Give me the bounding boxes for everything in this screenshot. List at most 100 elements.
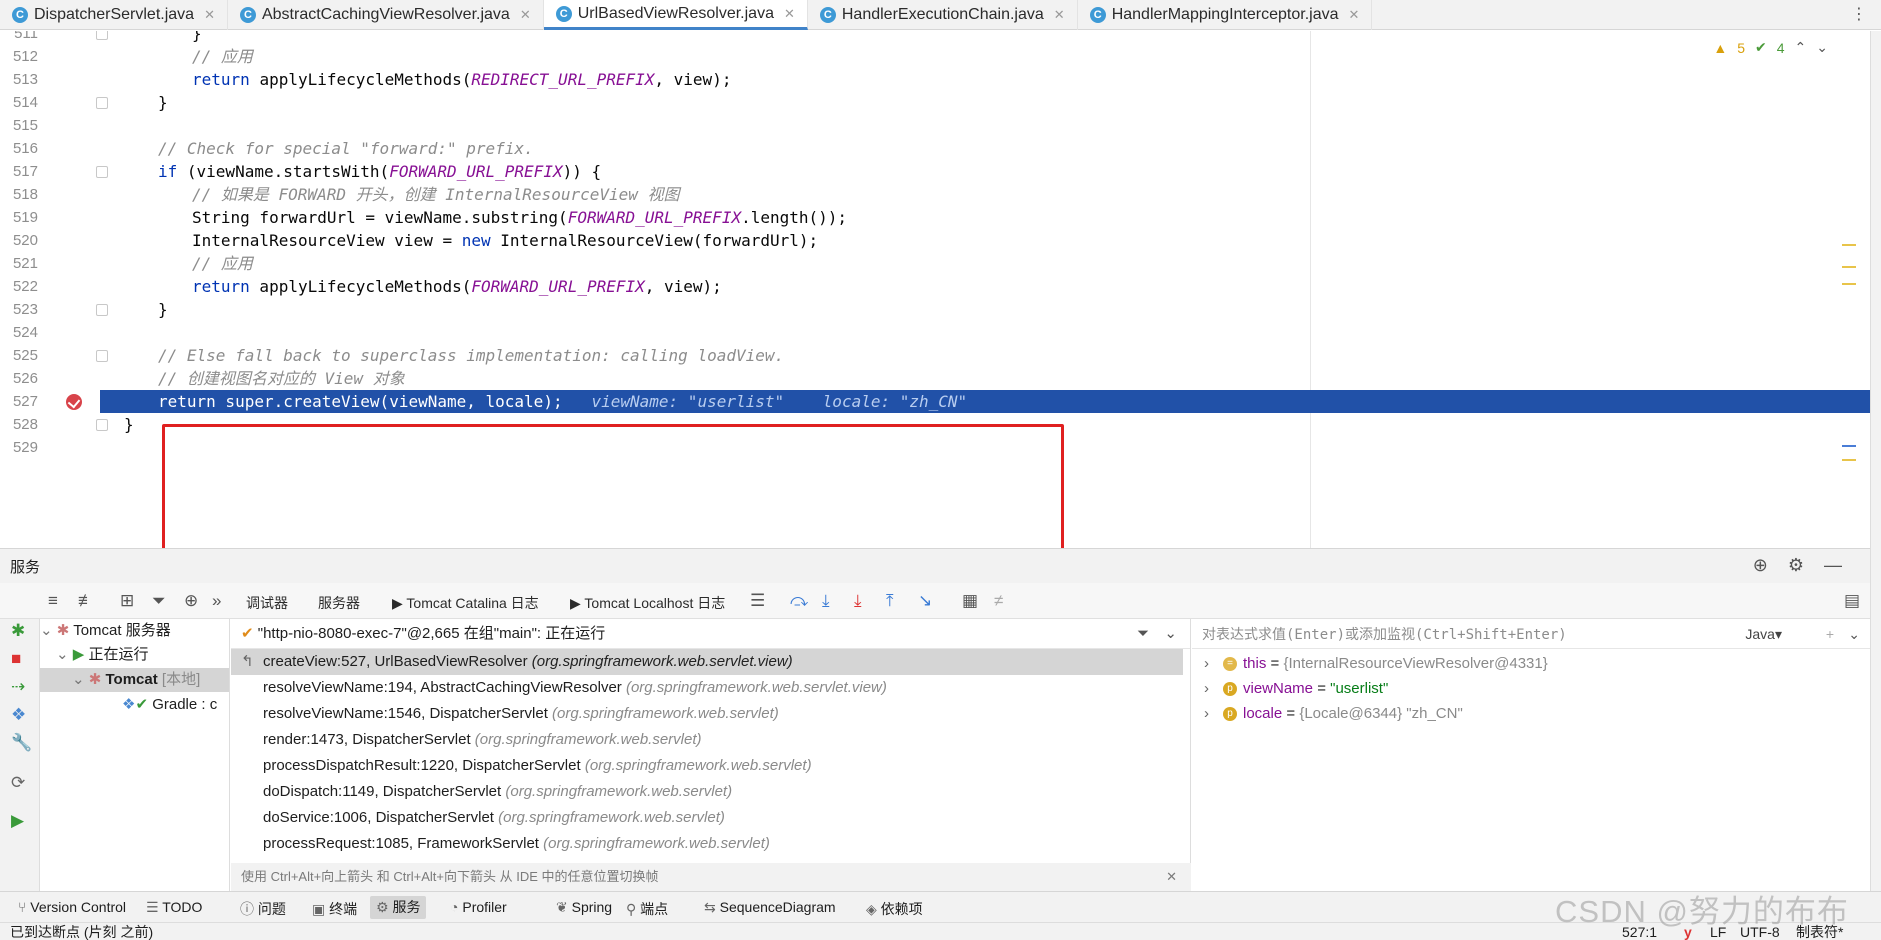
chevron-right-icon[interactable]: › bbox=[1204, 680, 1209, 697]
more-icon[interactable]: » bbox=[212, 591, 221, 611]
close-icon[interactable]: ✕ bbox=[1349, 7, 1360, 23]
chevron-down-icon[interactable]: ⌄ bbox=[1164, 619, 1177, 649]
fold-marker-icon[interactable] bbox=[96, 31, 108, 40]
group-icon[interactable]: ❖ bbox=[11, 705, 26, 725]
stack-frame[interactable]: render:1473, DispatcherServlet (org.spri… bbox=[231, 727, 1183, 753]
collapse-all-icon[interactable]: ≢ bbox=[78, 591, 95, 611]
fold-marker-icon[interactable] bbox=[96, 419, 108, 431]
code-line: return applyLifecycleMethods(REDIRECT_UR… bbox=[192, 68, 731, 91]
tree-item-running[interactable]: ⌄ ▶ 正在运行 bbox=[56, 643, 148, 667]
tab-abstractcachingviewresolver[interactable]: C AbstractCachingViewResolver.java ✕ bbox=[228, 0, 544, 30]
step-out-icon[interactable]: ⤒ bbox=[886, 591, 894, 611]
close-icon[interactable]: ✕ bbox=[520, 7, 531, 23]
code-line: String forwardUrl = viewName.substring(F… bbox=[192, 206, 847, 229]
tab-catalina-log[interactable]: ▶ Tomcat Catalina 日志 bbox=[392, 593, 539, 613]
warning-marker[interactable] bbox=[1842, 459, 1856, 461]
variable-row[interactable]: › p locale = {Locale@6344} "zh_CN" bbox=[1204, 701, 1463, 726]
step-into-icon[interactable]: ⤓ bbox=[822, 591, 830, 611]
tab-handlermappinginterceptor[interactable]: C HandlerMappingInterceptor.java ✕ bbox=[1078, 0, 1373, 30]
evaluate-expression-field[interactable]: 对表达式求值(Enter)或添加监视(Ctrl+Shift+Enter) Jav… bbox=[1192, 619, 1870, 649]
fold-marker-icon[interactable] bbox=[96, 304, 108, 316]
step-icon[interactable]: ⇢ bbox=[11, 677, 25, 697]
tool-window-终端[interactable]: ▣ 终端 bbox=[312, 899, 357, 919]
stack-frame[interactable]: doService:1006, DispatcherServlet (org.s… bbox=[231, 805, 1183, 831]
tab-urlbasedviewresolver[interactable]: C UrlBasedViewResolver.java ✕ bbox=[543, 0, 808, 30]
tree-item-tomcat-server[interactable]: ⌄ ✱ Tomcat 服务器 bbox=[40, 619, 171, 643]
tab-debugger[interactable]: 调试器 bbox=[246, 593, 288, 622]
variable-row[interactable]: › p viewName = "userlist" bbox=[1204, 676, 1388, 701]
evaluate-icon[interactable]: ▦ bbox=[962, 591, 978, 611]
gear-icon[interactable]: ⚙ bbox=[1788, 555, 1804, 576]
chevron-right-icon[interactable]: › bbox=[1204, 705, 1209, 722]
filter-icon[interactable]: ⏷ bbox=[152, 591, 166, 611]
tab-dispatcherservlet[interactable]: C DispatcherServlet.java ✕ bbox=[0, 0, 228, 30]
tool-window-服务[interactable]: ⚙ 服务 bbox=[370, 896, 427, 919]
stack-frame[interactable]: ↰ createView:527, UrlBasedViewResolver (… bbox=[231, 649, 1183, 675]
keyword: return bbox=[192, 70, 260, 89]
trace-icon[interactable]: ≠ bbox=[994, 591, 1003, 611]
breakpoint-marker[interactable] bbox=[1842, 445, 1856, 447]
chevron-right-icon[interactable]: › bbox=[1204, 655, 1209, 672]
add-watch-icon[interactable]: + bbox=[1826, 619, 1834, 649]
step-over-icon[interactable]: ⤼ bbox=[790, 591, 808, 611]
tool-window-todo[interactable]: ☰ TODO bbox=[146, 899, 202, 916]
frame-package: (org.springframework.web.servlet) bbox=[474, 731, 702, 748]
inspection-indicators[interactable]: ▲ 5 ✔ 4 ⌃ ⌄ bbox=[1713, 39, 1828, 56]
close-icon[interactable]: ✕ bbox=[1166, 863, 1177, 891]
chevron-down-icon[interactable]: ⌄ bbox=[1816, 39, 1828, 56]
resume-icon[interactable]: ▶ bbox=[11, 811, 24, 831]
stack-frame[interactable]: processDispatchResult:1220, DispatcherSe… bbox=[231, 753, 1183, 779]
tool-window-依赖项[interactable]: ◈ 依赖项 bbox=[866, 899, 923, 919]
warning-marker[interactable] bbox=[1842, 283, 1856, 285]
run-to-cursor-icon[interactable]: ↘ bbox=[918, 591, 932, 611]
close-icon[interactable]: ✕ bbox=[1054, 7, 1065, 23]
tool-window-spring[interactable]: ❦ Spring bbox=[556, 899, 612, 916]
stack-frame[interactable]: resolveViewName:194, AbstractCachingView… bbox=[231, 675, 1183, 701]
code-editor[interactable]: 511 512 513 514 515 516 517 518 519 520 521 522 523 5… bbox=[0, 31, 1870, 548]
chevron-up-icon[interactable]: ⌃ bbox=[1795, 39, 1807, 56]
layout-icon[interactable]: ▤ bbox=[1844, 591, 1860, 611]
stack-frame[interactable]: doDispatch:1149, DispatcherServlet (org.… bbox=[231, 779, 1183, 805]
fold-marker-icon[interactable] bbox=[96, 166, 108, 178]
debug-icon[interactable]: ✱ bbox=[11, 621, 25, 641]
language-select[interactable]: Java▾ bbox=[1745, 619, 1782, 649]
tab-server[interactable]: 服务器 bbox=[318, 593, 360, 613]
filter-icon[interactable]: ⏷ bbox=[1137, 619, 1149, 649]
breakpoint-icon[interactable] bbox=[66, 394, 82, 410]
tab-handlerexecutionchain[interactable]: C HandlerExecutionChain.java ✕ bbox=[808, 0, 1078, 30]
chevron-down-icon[interactable]: ⌄ bbox=[1848, 619, 1860, 649]
tool-window-profiler[interactable]: ◔ Profiler bbox=[450, 899, 507, 915]
expand-all-icon[interactable]: ≡ bbox=[48, 591, 58, 611]
force-step-into-icon[interactable]: ⤓ bbox=[854, 591, 862, 611]
minimize-icon[interactable]: — bbox=[1824, 555, 1842, 576]
stop-icon[interactable]: ■ bbox=[11, 649, 21, 669]
right-margin-guide bbox=[1310, 31, 1311, 548]
wrench-icon[interactable]: 🔧 bbox=[11, 733, 32, 753]
close-icon[interactable]: ✕ bbox=[204, 7, 215, 23]
code-text: InternalResourceView(forwardUrl); bbox=[490, 231, 819, 250]
crosshair-icon[interactable]: ⊕ bbox=[1753, 555, 1768, 576]
tool-window-sequencediagram[interactable]: ⇆ SequenceDiagram bbox=[704, 899, 836, 916]
tool-window-问题[interactable]: ⓘ 问题 bbox=[240, 899, 286, 919]
warning-marker[interactable] bbox=[1842, 244, 1856, 246]
fold-marker-icon[interactable] bbox=[96, 350, 108, 362]
refresh-icon[interactable]: ⟳ bbox=[11, 773, 25, 793]
tree-item-tomcat[interactable]: ⌄ ✱ Tomcat [本地] bbox=[40, 668, 229, 692]
java-class-icon: C bbox=[1089, 7, 1106, 23]
more-vertical-icon[interactable]: ⋮ bbox=[1851, 4, 1867, 24]
tool-window-version-control[interactable]: ⑂ Version Control bbox=[18, 899, 126, 915]
tree-item-gradle[interactable]: ❖✔ Gradle : c bbox=[122, 693, 217, 717]
add-service-icon[interactable]: ⊕ bbox=[184, 591, 198, 611]
menu-icon[interactable]: ☰ bbox=[750, 591, 765, 611]
variable-row[interactable]: › = this = {InternalResourceViewResolver@4… bbox=[1204, 651, 1548, 676]
fold-marker-icon[interactable] bbox=[96, 97, 108, 109]
group-by-icon[interactable]: ⊞ bbox=[120, 591, 134, 611]
tab-localhost-log[interactable]: ▶ Tomcat Localhost 日志 bbox=[570, 593, 725, 613]
tool-window-端点[interactable]: ⚲ 端点 bbox=[626, 899, 668, 919]
thread-selector[interactable]: ✔ "http-nio-8080-exec-7"@2,665 在组"main":… bbox=[231, 619, 1190, 649]
code-line: // 创建视图名对应的 View 对象 bbox=[158, 367, 405, 390]
stack-frame[interactable]: resolveViewName:1546, DispatcherServlet … bbox=[231, 701, 1183, 727]
warning-marker[interactable] bbox=[1842, 266, 1856, 268]
stack-frame[interactable]: processRequest:1085, FrameworkServlet (o… bbox=[231, 831, 1183, 857]
close-icon[interactable]: ✕ bbox=[784, 6, 795, 22]
